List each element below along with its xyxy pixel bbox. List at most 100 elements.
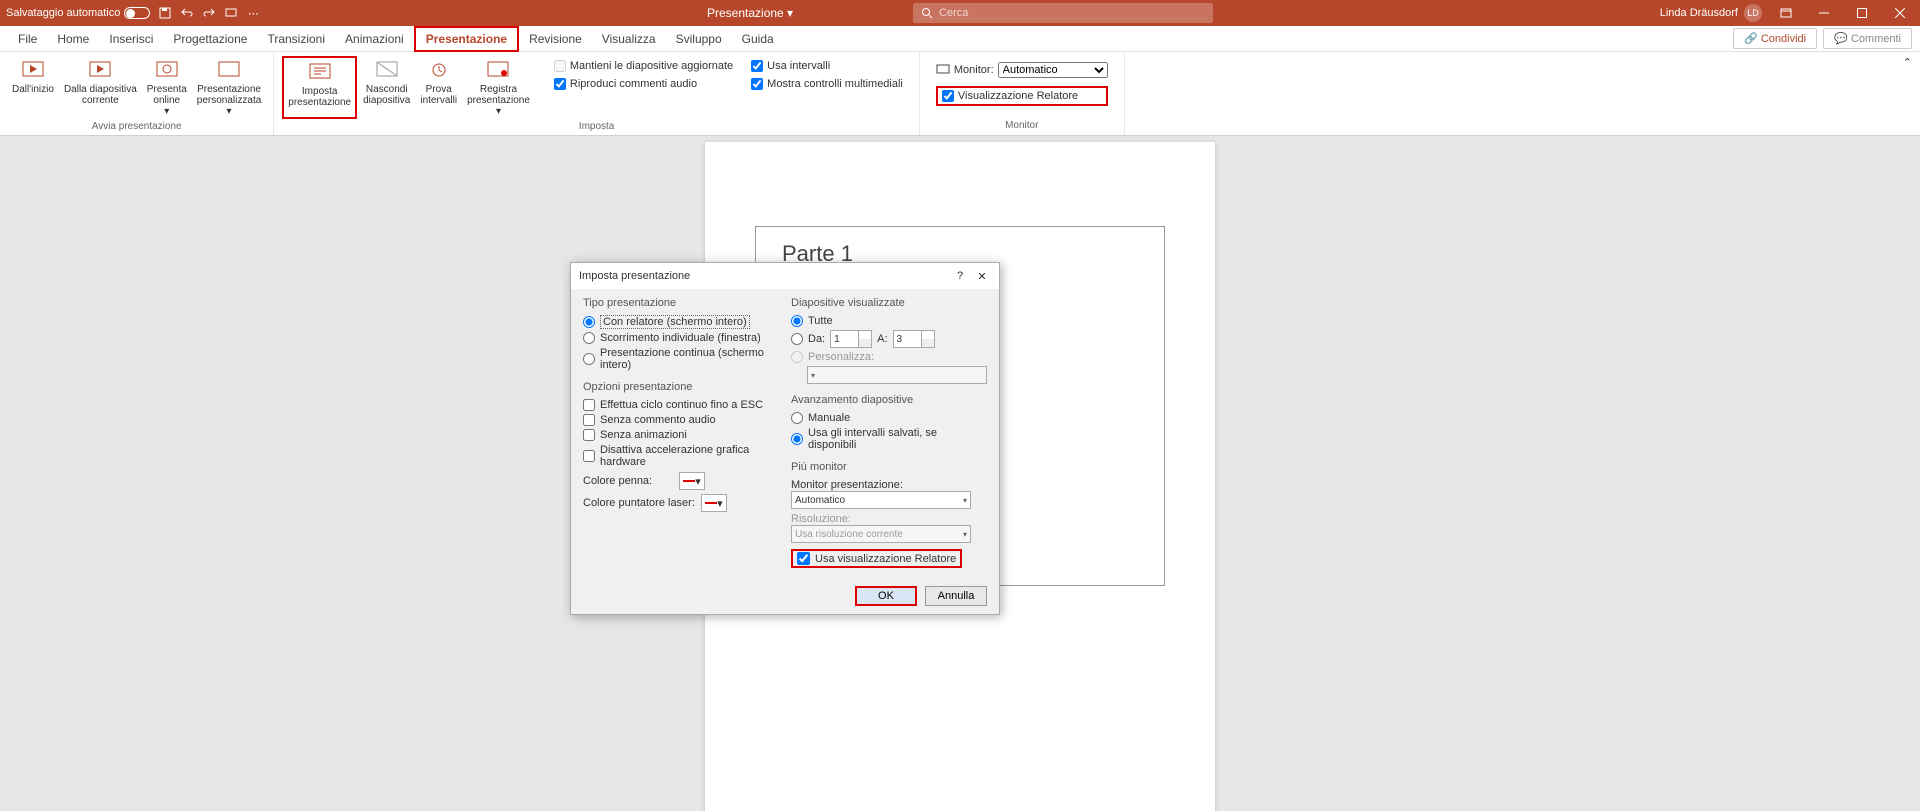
autosave-label: Salvataggio automatico: [6, 7, 120, 19]
lbl-monitor-pres: Monitor presentazione:: [791, 479, 987, 491]
ribbon-tabs: File Home Inserisci Progettazione Transi…: [0, 26, 1920, 52]
setup-icon: [306, 60, 334, 84]
slideshow-icon[interactable]: [224, 6, 238, 20]
chk-senza-audio[interactable]: Senza commento audio: [583, 414, 777, 426]
group-avvia-label: Avvia presentazione: [92, 119, 182, 136]
chk-riproduci[interactable]: Riproduci commenti audio: [554, 78, 733, 90]
ribbon: Dall'inizio Dalla diapositiva corrente P…: [0, 52, 1920, 136]
custom-show-icon: [215, 58, 243, 82]
present-online-icon: [153, 58, 181, 82]
redo-icon[interactable]: [202, 6, 216, 20]
rehearse-icon: [425, 58, 453, 82]
ok-button[interactable]: OK: [855, 586, 917, 606]
undo-icon[interactable]: [180, 6, 194, 20]
chk-relatore[interactable]: Visualizzazione Relatore: [936, 86, 1108, 106]
chk-aggiornate[interactable]: Mantieni le diapositive aggiornate: [554, 60, 733, 72]
dialog-title: Imposta presentazione: [579, 270, 947, 282]
hdr-piu-monitor: Più monitor: [791, 461, 987, 473]
radio-con-relatore[interactable]: Con relatore (schermo intero): [583, 315, 777, 329]
dd-risoluzione: Usa risoluzione corrente: [791, 525, 971, 543]
chk-disattiva-hw[interactable]: Disattiva accelerazione grafica hardware: [583, 444, 777, 468]
search-input[interactable]: [939, 7, 1205, 19]
more-qat-icon[interactable]: ⋯: [246, 6, 260, 20]
btn-nascondi[interactable]: Nascondi diapositiva: [359, 56, 414, 119]
chk-intervalli[interactable]: Usa intervalli: [751, 60, 903, 72]
ribbon-display-icon[interactable]: [1772, 3, 1800, 23]
monitor-icon: [936, 64, 950, 76]
canvas-area: Parte 1 Imposta presentazione ? ✕ Tipo p…: [0, 136, 1920, 811]
tab-inserisci[interactable]: Inserisci: [99, 28, 163, 50]
avatar: LD: [1744, 4, 1762, 22]
maximize-icon[interactable]: [1848, 3, 1876, 23]
monitor-select[interactable]: Automatico: [998, 62, 1108, 78]
radio-manuale[interactable]: Manuale: [791, 412, 987, 424]
play-current-icon: [86, 58, 114, 82]
share-button[interactable]: 🔗 Condividi: [1733, 28, 1817, 49]
tab-revisione[interactable]: Revisione: [519, 28, 592, 50]
tab-presentazione[interactable]: Presentazione: [414, 26, 519, 52]
dd-monitor-pres[interactable]: Automatico: [791, 491, 971, 509]
hide-slide-icon: [373, 58, 401, 82]
btn-present-online[interactable]: Presenta online ▾: [143, 56, 191, 119]
tab-file[interactable]: File: [8, 28, 47, 50]
save-icon[interactable]: [158, 6, 172, 20]
lbl-a: A:: [877, 333, 887, 345]
btn-registra[interactable]: Registra presentazione ▾: [463, 56, 534, 119]
close-icon[interactable]: [1886, 3, 1914, 23]
user-account[interactable]: Linda Dräusdorf LD: [1660, 4, 1762, 22]
color-laser-button[interactable]: ▾: [701, 494, 727, 512]
btn-custom-show[interactable]: Presentazione personalizzata ▾: [193, 56, 265, 119]
hdr-diap: Diapositive visualizzate: [791, 297, 987, 309]
btn-from-current[interactable]: Dalla diapositiva corrente: [60, 56, 141, 119]
lbl-colore-laser: Colore puntatore laser:: [583, 497, 695, 509]
radio-intervalli[interactable]: Usa gli intervalli salvati, se disponibi…: [791, 427, 987, 451]
chk-ciclo[interactable]: Effettua ciclo continuo fino a ESC: [583, 399, 777, 411]
hdr-tipo: Tipo presentazione: [583, 297, 777, 309]
hdr-avanzamento: Avanzamento diapositive: [791, 394, 987, 406]
document-title[interactable]: Presentazione ▾: [707, 6, 793, 20]
tab-progettazione[interactable]: Progettazione: [163, 28, 257, 50]
monitor-selector[interactable]: Monitor: Automatico: [936, 60, 1108, 80]
tab-transizioni[interactable]: Transizioni: [257, 28, 335, 50]
group-monitor-label: Monitor: [1005, 118, 1038, 135]
record-icon: [484, 58, 512, 82]
spin-da[interactable]: 1: [830, 330, 872, 348]
title-bar: Salvataggio automatico ⋯ Presentazione ▾…: [0, 0, 1920, 26]
collapse-ribbon-icon[interactable]: ⌃: [1895, 52, 1920, 135]
tab-guida[interactable]: Guida: [732, 28, 784, 50]
lbl-risoluzione: Risoluzione:: [791, 513, 987, 525]
btn-imposta-presentazione[interactable]: Imposta presentazione: [282, 56, 357, 119]
lbl-colore-penna: Colore penna:: [583, 475, 673, 487]
radio-tutte[interactable]: Tutte: [791, 315, 987, 327]
annulla-button[interactable]: Annulla: [925, 586, 987, 606]
dd-personalizza: [807, 366, 987, 384]
tab-home[interactable]: Home: [47, 28, 99, 50]
autosave-toggle[interactable]: Salvataggio automatico: [6, 7, 150, 19]
spin-a[interactable]: 3: [893, 330, 935, 348]
chk-usa-relatore[interactable]: Usa visualizzazione Relatore: [791, 549, 962, 568]
comments-button[interactable]: 💬 Commenti: [1823, 28, 1912, 49]
tab-animazioni[interactable]: Animazioni: [335, 28, 414, 50]
tab-sviluppo[interactable]: Sviluppo: [666, 28, 732, 50]
radio-personalizza: Personalizza:: [791, 351, 987, 363]
btn-from-beginning[interactable]: Dall'inizio: [8, 56, 58, 119]
dialog-close-icon[interactable]: ✕: [973, 267, 991, 285]
user-name: Linda Dräusdorf: [1660, 7, 1738, 19]
dialog-titlebar[interactable]: Imposta presentazione ? ✕: [571, 263, 999, 289]
group-imposta-label: Imposta: [579, 119, 615, 136]
search-icon: [921, 7, 933, 19]
chk-controlli[interactable]: Mostra controlli multimediali: [751, 78, 903, 90]
color-penna-button[interactable]: ▾: [679, 472, 705, 490]
dialog-imposta-presentazione: Imposta presentazione ? ✕ Tipo presentaz…: [570, 262, 1000, 615]
radio-continua[interactable]: Presentazione continua (schermo intero): [583, 347, 777, 371]
hdr-opzioni: Opzioni presentazione: [583, 381, 777, 393]
radio-scorrimento[interactable]: Scorrimento individuale (finestra): [583, 332, 777, 344]
chk-senza-anim[interactable]: Senza animazioni: [583, 429, 777, 441]
play-icon: [19, 58, 47, 82]
radio-da[interactable]: Da: 1 A: 3: [791, 330, 987, 348]
dialog-help-icon[interactable]: ?: [951, 267, 969, 285]
btn-prova-intervalli[interactable]: Prova intervalli: [416, 56, 461, 119]
tab-visualizza[interactable]: Visualizza: [592, 28, 666, 50]
search-box[interactable]: [913, 3, 1213, 23]
minimize-icon[interactable]: [1810, 3, 1838, 23]
